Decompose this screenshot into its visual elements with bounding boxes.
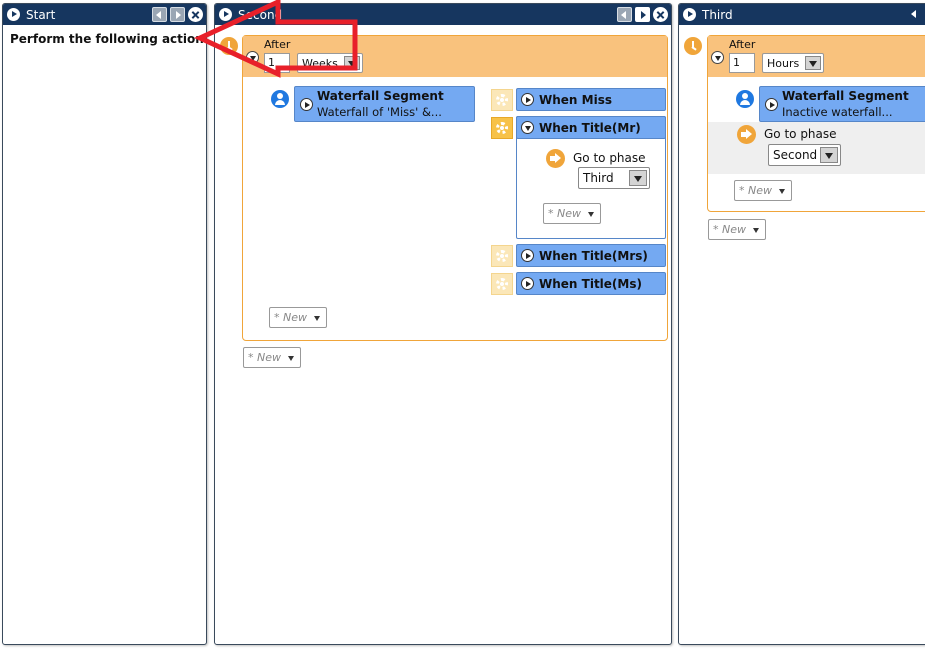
move-right-button[interactable] bbox=[635, 7, 650, 22]
trigger-block: After 1 Weeks Waterfall Segment Waterfal… bbox=[242, 35, 668, 341]
chevron-down-icon bbox=[288, 356, 294, 361]
trigger-header: After 1 Hours bbox=[708, 36, 925, 77]
phase-value: Second bbox=[773, 148, 818, 162]
chevron-down-icon bbox=[753, 228, 759, 233]
trigger-header: After 1 Weeks bbox=[243, 36, 667, 77]
go-to-phase-icon bbox=[737, 125, 756, 144]
new-label: * New bbox=[739, 184, 772, 197]
segment-title: Waterfall Segment bbox=[782, 89, 909, 103]
gear-icon bbox=[491, 273, 513, 295]
new-action-button[interactable]: * New bbox=[734, 180, 792, 201]
expand-icon[interactable] bbox=[765, 98, 778, 111]
expand-icon[interactable] bbox=[521, 249, 534, 262]
move-left-button[interactable] bbox=[617, 7, 632, 22]
new-label: * New bbox=[248, 351, 281, 364]
after-label: After bbox=[729, 38, 756, 51]
move-left-button[interactable] bbox=[910, 8, 919, 21]
chevron-down-icon bbox=[820, 147, 838, 163]
segment-subtitle: Waterfall of 'Miss' &... bbox=[317, 105, 442, 119]
phase-value: Third bbox=[583, 171, 614, 185]
delay-unit-value: Hours bbox=[767, 56, 800, 70]
panel-title: Start bbox=[26, 7, 56, 22]
waterfall-segment-card[interactable]: Waterfall Segment Inactive waterfall... bbox=[759, 86, 925, 122]
new-label: * New bbox=[274, 311, 307, 324]
segment-subtitle: Inactive waterfall... bbox=[782, 105, 893, 119]
segment-title: Waterfall Segment bbox=[317, 89, 444, 103]
branch-when-title-mr: When Title(Mr) Go to phase Third * New bbox=[516, 116, 666, 239]
go-to-phase-label: Go to phase bbox=[573, 151, 646, 165]
collapse-icon[interactable] bbox=[521, 121, 534, 134]
phase-select[interactable]: Third bbox=[578, 167, 650, 189]
go-to-phase-label: Go to phase bbox=[764, 127, 837, 141]
chevron-down-icon bbox=[588, 212, 594, 217]
branch-label: When Title(Mr) bbox=[539, 121, 641, 135]
phase-select[interactable]: Second bbox=[768, 144, 841, 166]
delay-unit-select[interactable]: Hours bbox=[762, 53, 824, 73]
chevron-down-icon bbox=[779, 189, 785, 194]
panel-title: Third bbox=[702, 7, 733, 22]
chevron-down-icon bbox=[344, 56, 360, 70]
chevron-down-icon bbox=[314, 316, 320, 321]
branch-header[interactable]: When Title(Mr) bbox=[516, 116, 666, 139]
branch-label: When Title(Mrs) bbox=[539, 249, 648, 263]
person-icon bbox=[271, 90, 289, 108]
gear-icon bbox=[491, 245, 513, 267]
delay-amount-input[interactable]: 1 bbox=[264, 53, 290, 73]
second-panel: Second After 1 Weeks Waterfall Segment W… bbox=[214, 3, 672, 645]
chevron-down-icon bbox=[805, 56, 821, 70]
trigger-block: After 1 Hours Waterfall Segment Inactive… bbox=[707, 35, 925, 212]
third-panel-header: Third bbox=[679, 4, 925, 25]
chevron-down-icon bbox=[629, 170, 647, 186]
delay-amount-input[interactable]: 1 bbox=[729, 53, 755, 73]
person-icon bbox=[736, 90, 754, 108]
gear-icon bbox=[491, 117, 513, 139]
go-to-phase-icon bbox=[546, 149, 565, 168]
branch-when-miss[interactable]: When Miss bbox=[516, 88, 666, 111]
perform-actions-label: Perform the following actions bbox=[10, 32, 207, 46]
close-icon[interactable] bbox=[188, 7, 203, 22]
waterfall-segment-card[interactable]: Waterfall Segment Waterfall of 'Miss' &.… bbox=[294, 86, 475, 122]
move-right-button[interactable] bbox=[170, 7, 185, 22]
expand-icon[interactable] bbox=[300, 98, 313, 111]
new-action-button[interactable]: * New bbox=[543, 203, 601, 224]
play-icon[interactable] bbox=[7, 8, 20, 21]
clock-icon bbox=[220, 37, 238, 55]
new-label: * New bbox=[548, 207, 581, 220]
play-icon[interactable] bbox=[219, 8, 232, 21]
collapse-button[interactable] bbox=[246, 51, 259, 64]
delay-unit-select[interactable]: Weeks bbox=[297, 53, 363, 73]
branch-label: When Miss bbox=[539, 93, 612, 107]
panel-title: Second bbox=[238, 7, 283, 22]
close-icon[interactable] bbox=[653, 7, 668, 22]
new-label: * New bbox=[713, 223, 746, 236]
go-to-phase-row: Go to phase Second bbox=[708, 122, 925, 174]
second-panel-header: Second bbox=[215, 4, 671, 25]
expand-icon[interactable] bbox=[521, 277, 534, 290]
expand-icon[interactable] bbox=[521, 93, 534, 106]
collapse-button[interactable] bbox=[711, 51, 724, 64]
new-action-button[interactable]: * New bbox=[269, 307, 327, 328]
branch-when-title-mrs[interactable]: When Title(Mrs) bbox=[516, 244, 666, 267]
clock-icon bbox=[684, 37, 702, 55]
after-label: After bbox=[264, 38, 291, 51]
gear-icon bbox=[491, 89, 513, 111]
new-trigger-button[interactable]: * New bbox=[708, 219, 766, 240]
third-panel: Third After 1 Hours Waterfall Segment In… bbox=[678, 3, 925, 645]
new-trigger-button[interactable]: * New bbox=[243, 347, 301, 368]
start-panel-header: Start bbox=[3, 4, 206, 25]
branch-when-title-ms[interactable]: When Title(Ms) bbox=[516, 272, 666, 295]
start-panel: Start Perform the following actions bbox=[2, 3, 207, 645]
play-icon[interactable] bbox=[683, 8, 696, 21]
move-left-button[interactable] bbox=[152, 7, 167, 22]
branch-label: When Title(Ms) bbox=[539, 277, 642, 291]
delay-unit-value: Weeks bbox=[302, 56, 338, 70]
